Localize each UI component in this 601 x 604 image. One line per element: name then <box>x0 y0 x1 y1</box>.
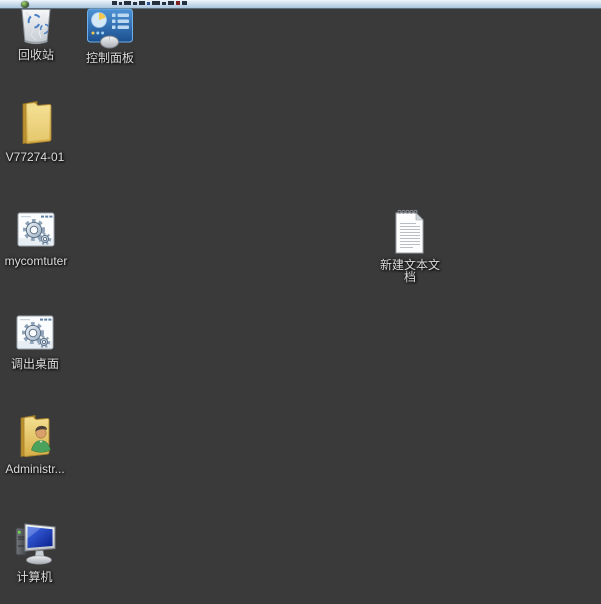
folder-icon <box>14 98 56 148</box>
icon-label: 计算机 <box>16 571 52 583</box>
gears-app-icon <box>14 313 56 355</box>
computer-icon <box>12 520 58 568</box>
icon-label: 调出桌面 <box>11 358 59 370</box>
icon-label: 回收站 <box>18 49 54 61</box>
gears-app-icon <box>15 210 57 252</box>
window-icon <box>21 1 29 8</box>
control-panel-icon <box>86 8 134 49</box>
window-title-clipped <box>112 0 187 5</box>
icon-label: Administr... <box>5 463 64 475</box>
icon-label: 新建文本文档 <box>377 259 443 283</box>
desktop-icon-app-tiaochu-zhuomian[interactable]: 调出桌面 <box>0 313 70 370</box>
user-folder-icon <box>13 412 57 460</box>
text-document-icon <box>391 206 429 256</box>
desktop-icon-control-panel[interactable]: 控制面板 <box>74 8 146 64</box>
icon-label: mycomtuter <box>5 255 68 267</box>
desktop-icon-user-folder-administrator[interactable]: Administr... <box>0 412 70 475</box>
desktop-icon-recycle-bin[interactable]: 回收站 <box>0 9 72 61</box>
desktop-icon-folder-v77274-01[interactable]: V77274-01 <box>0 98 70 163</box>
icon-label: 控制面板 <box>86 52 134 64</box>
desktop[interactable]: 回收站 控制面板 <box>0 0 601 604</box>
desktop-icon-new-text-document[interactable]: 新建文本文档 <box>375 206 445 283</box>
desktop-icon-app-mycomtuter[interactable]: mycomtuter <box>0 210 72 267</box>
icon-label: V77274-01 <box>6 151 65 163</box>
desktop-icon-computer[interactable]: 计算机 <box>0 520 69 583</box>
recycle-bin-icon <box>19 9 53 46</box>
